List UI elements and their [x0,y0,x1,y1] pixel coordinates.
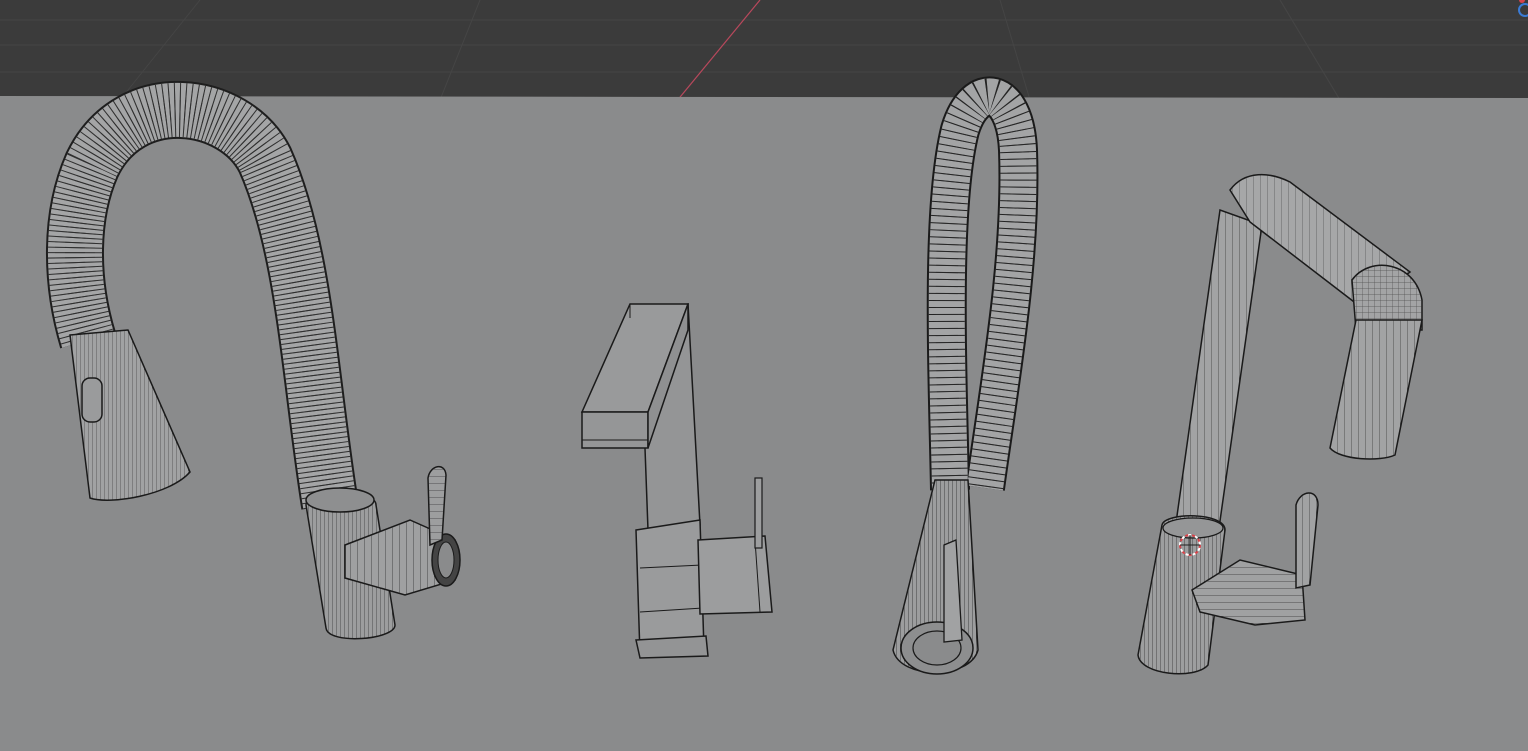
3d-viewport[interactable] [0,0,1528,751]
3d-cursor-icon[interactable] [1179,534,1201,556]
spray-button [81,377,103,423]
viewport-canvas[interactable] [0,0,1528,751]
